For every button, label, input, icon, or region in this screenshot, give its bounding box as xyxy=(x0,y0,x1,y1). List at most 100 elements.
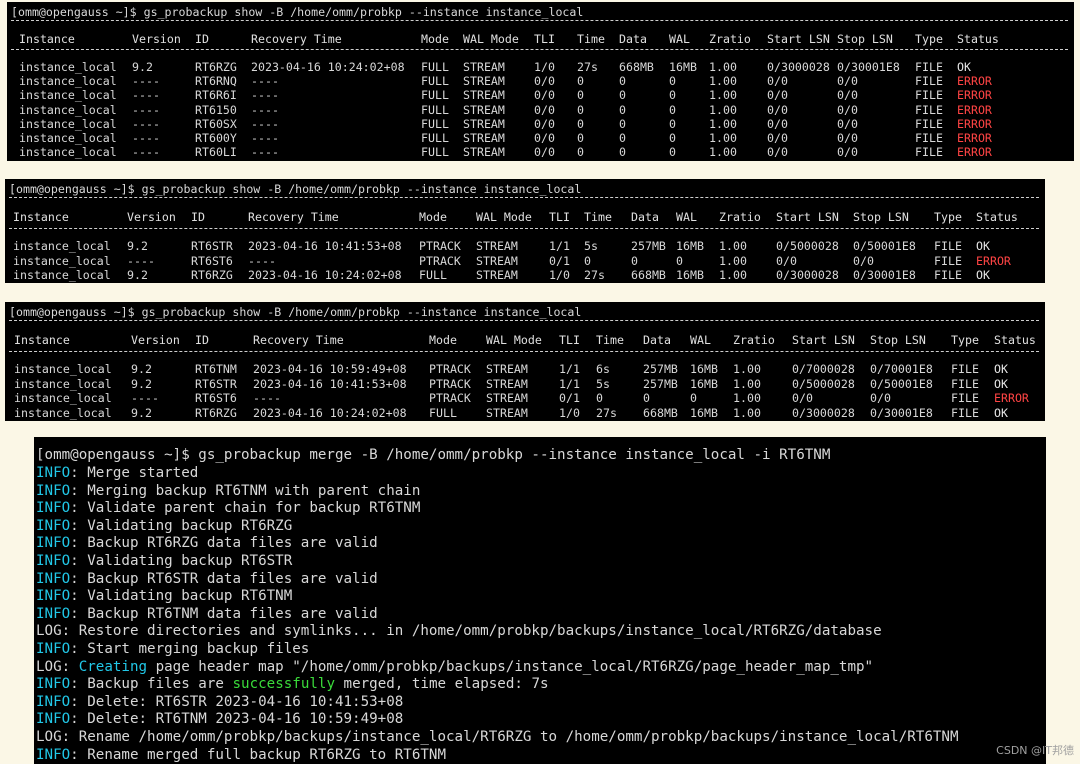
table-cell: 0 xyxy=(577,131,584,145)
column-header: Recovery Time xyxy=(253,333,344,347)
table-cell: instance_local xyxy=(19,102,117,117)
table-cell: 0/0 xyxy=(837,88,858,103)
table-cell: ---- xyxy=(132,131,160,145)
log-line: LOG: Restore directories and symlinks...… xyxy=(36,623,882,641)
table-separator xyxy=(9,320,1039,321)
table-cell: ---- xyxy=(251,74,279,89)
table-cell: instance_local xyxy=(14,376,112,391)
log-text: Validate parent chain for backup RT6TNM xyxy=(87,500,421,517)
log-text: Rename merged full backup RT6RZG to RT6T… xyxy=(87,746,447,763)
log-level: INFO xyxy=(36,500,71,517)
command-prompt[interactable]: [omm@opengauss ~]$ xyxy=(11,159,151,161)
table-cell: 0/0 xyxy=(837,145,858,160)
log-line: INFO: Rename merged full backup RT6RZG t… xyxy=(36,747,446,764)
log-level: INFO xyxy=(36,693,71,710)
table-cell: 1/0 xyxy=(549,268,570,282)
table-cell: PTRACK xyxy=(429,391,471,405)
log-level: INFO xyxy=(36,482,71,499)
table-cell: 0/1 xyxy=(549,253,570,268)
table-cell: instance_local xyxy=(19,116,117,131)
table-cell: STREAM xyxy=(463,60,505,74)
table-cell: ---- xyxy=(251,131,279,145)
table-cell: 1/0 xyxy=(534,60,555,74)
log-level: INFO xyxy=(36,465,71,481)
table-cell: 0/0 xyxy=(837,131,858,145)
log-separator: : xyxy=(70,500,88,517)
log-separator: : xyxy=(70,746,88,763)
terminal-show-1[interactable]: [omm@opengauss ~]$ gs_probackup show -B … xyxy=(7,2,1074,161)
column-header: ID xyxy=(191,210,205,224)
column-header: WAL Mode xyxy=(463,32,519,46)
table-cell: 0 xyxy=(676,253,683,268)
table-cell: 0 xyxy=(669,102,676,117)
table-cell: RT6RZG xyxy=(191,268,233,282)
table-cell: 1.00 xyxy=(709,116,737,131)
table-cell: ---- xyxy=(248,253,276,268)
table-separator xyxy=(9,197,1039,198)
terminal-show-2[interactable]: [omm@opengauss ~]$ gs_probackup show -B … xyxy=(5,179,1045,283)
table-cell: FULL xyxy=(421,116,449,131)
table-cell: instance_local xyxy=(14,391,112,405)
table-cell: instance_local xyxy=(19,74,117,89)
table-cell: 0 xyxy=(669,116,676,131)
column-header: WAL xyxy=(676,210,697,224)
log-text: Creating xyxy=(78,658,148,675)
table-cell: 0 xyxy=(577,116,584,131)
status-badge: ERROR xyxy=(957,102,992,117)
table-separator xyxy=(9,351,1039,352)
log-text: Validating backup RT6RZG xyxy=(87,517,293,534)
table-cell: 1.00 xyxy=(709,102,737,117)
status-badge: ERROR xyxy=(994,391,1029,405)
table-cell: 5s xyxy=(596,376,610,391)
table-cell: ---- xyxy=(132,88,160,103)
table-cell: ---- xyxy=(253,391,281,405)
column-header: Instance xyxy=(13,210,69,224)
table-cell: ---- xyxy=(131,391,159,405)
table-cell: STREAM xyxy=(463,102,505,117)
table-cell: FILE xyxy=(934,268,962,282)
table-cell: STREAM xyxy=(463,116,505,131)
log-line: INFO: Backup RT6TNM data files are valid xyxy=(36,606,378,624)
table-cell: FILE xyxy=(951,405,979,420)
log-text: page header map "/home/omm/probkp/backup… xyxy=(147,658,874,675)
table-cell: FILE xyxy=(934,239,962,253)
table-cell: FILE xyxy=(915,60,943,74)
table-cell: 0/0 xyxy=(534,74,555,89)
table-cell: 0 xyxy=(619,145,626,160)
table-cell: 0/0 xyxy=(776,253,797,268)
terminal-merge[interactable]: [omm@opengauss ~]$ gs_probackup merge -B… xyxy=(34,437,1046,764)
terminal-show-3[interactable]: [omm@opengauss ~]$ gs_probackup show -B … xyxy=(5,302,1045,421)
log-separator: : xyxy=(70,517,88,534)
table-cell: 0/3000028 xyxy=(776,268,839,282)
table-cell: 0/0 xyxy=(534,88,555,103)
table-cell: instance_local xyxy=(19,145,117,160)
column-header: ID xyxy=(195,32,209,46)
table-cell: 0 xyxy=(577,88,584,103)
table-cell: instance_local xyxy=(19,60,117,74)
log-separator: : xyxy=(70,570,88,587)
table-cell: FULL xyxy=(421,145,449,160)
table-cell: PTRACK xyxy=(419,253,461,268)
log-separator: : xyxy=(70,605,88,622)
log-level: INFO xyxy=(36,588,71,605)
table-cell: instance_local xyxy=(14,405,112,420)
log-separator: : xyxy=(61,729,79,745)
column-header: Start LSN xyxy=(792,333,855,347)
table-cell: 0/0 xyxy=(534,102,555,117)
table-cell: 0/0 xyxy=(837,74,858,89)
table-cell: 668MB xyxy=(643,405,678,420)
column-header: WAL xyxy=(669,32,690,46)
table-cell: instance_local xyxy=(13,239,111,253)
column-header: Instance xyxy=(19,32,75,46)
table-cell: 0 xyxy=(619,88,626,103)
command-prompt: [omm@opengauss ~]$ gs_probackup show -B … xyxy=(11,5,584,19)
table-cell: RT6150 xyxy=(195,102,237,117)
table-cell: 2023-04-16 10:24:02+08 xyxy=(253,405,407,420)
status-badge: OK xyxy=(994,362,1008,376)
column-header: Mode xyxy=(419,210,447,224)
table-separator xyxy=(11,20,1068,21)
status-badge: OK xyxy=(994,376,1008,391)
table-cell: 2023-04-16 10:41:53+08 xyxy=(253,376,407,391)
column-header: Version xyxy=(131,333,180,347)
command-prompt: [omm@opengauss ~]$ gs_probackup show -B … xyxy=(9,182,582,196)
